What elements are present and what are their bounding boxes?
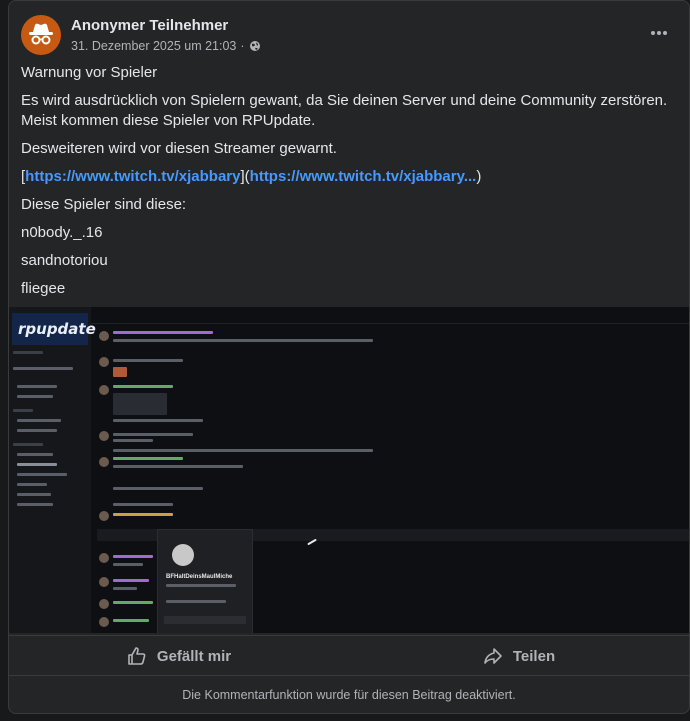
banner-text: rpupdate bbox=[18, 320, 96, 338]
image-detail bbox=[99, 617, 109, 627]
image-profile-popup: BFHaltDeinsMaulMiche bbox=[157, 529, 253, 633]
post-paragraph-players: Diese Spieler sind diese: bbox=[21, 196, 187, 213]
image-detail bbox=[17, 493, 51, 496]
image-detail bbox=[113, 601, 153, 604]
image-detail bbox=[113, 503, 173, 506]
image-detail bbox=[113, 555, 153, 558]
image-detail bbox=[113, 339, 373, 342]
player-name: sandnotoriou bbox=[21, 252, 108, 269]
image-detail bbox=[13, 351, 43, 354]
post-meta: 31. Dezember 2025 um 21:03 · bbox=[71, 39, 261, 53]
image-detail bbox=[17, 453, 53, 456]
post-date[interactable]: 31. Dezember 2025 um 21:03 bbox=[71, 39, 236, 53]
image-detail bbox=[99, 511, 109, 521]
image-detail bbox=[17, 419, 61, 422]
image-detail bbox=[13, 367, 73, 370]
image-detail bbox=[99, 431, 109, 441]
image-detail bbox=[17, 503, 53, 506]
image-detail bbox=[99, 385, 109, 395]
image-detail bbox=[17, 429, 57, 432]
post-title: Warnung vor Spieler bbox=[21, 64, 158, 81]
image-detail bbox=[17, 385, 57, 388]
image-detail bbox=[113, 331, 213, 334]
image-detail bbox=[113, 393, 167, 415]
image-detail bbox=[172, 544, 194, 566]
image-banner: rpupdate bbox=[12, 313, 96, 345]
image-detail bbox=[17, 483, 47, 486]
player-name: fliegee bbox=[21, 280, 66, 297]
image-detail bbox=[164, 616, 246, 624]
share-button[interactable]: Teilen bbox=[349, 636, 689, 676]
post-header: Anonymer Teilnehmer 31. Dezember 2025 um… bbox=[21, 15, 677, 59]
image-detail bbox=[113, 579, 149, 582]
image-detail bbox=[99, 457, 109, 467]
thumbs-up-icon bbox=[128, 647, 146, 665]
bracket-close: ) bbox=[476, 168, 482, 185]
post-card: Anonymer Teilnehmer 31. Dezember 2025 um… bbox=[8, 0, 690, 714]
like-label: Gefällt mir bbox=[156, 647, 232, 665]
more-options-button[interactable] bbox=[645, 21, 673, 45]
comments-disabled-notice: Die Kommentarfunktion wurde für diesen B… bbox=[9, 675, 689, 713]
more-dots-icon bbox=[651, 31, 667, 35]
avatar[interactable] bbox=[21, 15, 61, 55]
bracket-mid: ]( bbox=[240, 168, 250, 185]
post-actions: Gefällt mir Teilen bbox=[9, 635, 689, 676]
post-links-line: [https://www.twitch.tv/xjabbary](https:/… bbox=[21, 167, 481, 187]
image-detail bbox=[99, 553, 109, 563]
post-paragraph-warning: Es wird ausdrücklich von Spielern gewant… bbox=[21, 92, 668, 129]
post-paragraph-streamer: Desweiteren wird vor diesen Streamer gew… bbox=[21, 140, 337, 157]
image-topbar bbox=[91, 307, 689, 324]
meta-separator: · bbox=[240, 39, 245, 53]
image-sidebar: rpupdate bbox=[9, 307, 96, 633]
image-detail bbox=[113, 449, 373, 452]
author-name[interactable]: Anonymer Teilnehmer bbox=[71, 17, 228, 34]
image-detail bbox=[113, 433, 193, 436]
image-detail bbox=[113, 619, 149, 622]
image-detail bbox=[17, 463, 57, 466]
image-detail bbox=[166, 600, 226, 603]
image-detail bbox=[113, 513, 173, 516]
image-detail bbox=[113, 457, 183, 460]
image-detail bbox=[99, 577, 109, 587]
image-detail bbox=[113, 359, 183, 362]
image-detail bbox=[13, 443, 43, 446]
image-detail bbox=[99, 599, 109, 609]
image-detail bbox=[113, 563, 143, 566]
image-detail bbox=[113, 465, 243, 468]
image-detail bbox=[113, 419, 203, 422]
twitch-link-2[interactable]: https://www.twitch.tv/xjabbary... bbox=[250, 168, 477, 185]
image-detail bbox=[99, 331, 109, 341]
share-label: Teilen bbox=[512, 647, 556, 665]
post-image[interactable]: rpupdate BFHaltDeinsMaulMiche bbox=[9, 307, 689, 633]
popup-name: BFHaltDeinsMaulMiche bbox=[166, 574, 233, 580]
image-detail bbox=[13, 409, 33, 412]
like-button[interactable]: Gefällt mir bbox=[9, 636, 349, 676]
image-detail bbox=[166, 584, 236, 587]
share-icon bbox=[484, 648, 502, 664]
image-detail bbox=[113, 487, 203, 490]
image-detail bbox=[113, 385, 173, 388]
twitch-link-1[interactable]: https://www.twitch.tv/xjabbary bbox=[25, 168, 240, 185]
image-detail bbox=[113, 439, 153, 442]
image-detail bbox=[99, 357, 109, 367]
image-detail bbox=[113, 587, 137, 590]
incognito-icon bbox=[29, 23, 53, 45]
image-detail bbox=[17, 473, 67, 476]
image-detail bbox=[113, 367, 127, 377]
player-name: n0body._.16 bbox=[21, 224, 103, 241]
image-detail bbox=[17, 395, 53, 398]
globe-icon bbox=[249, 41, 260, 51]
